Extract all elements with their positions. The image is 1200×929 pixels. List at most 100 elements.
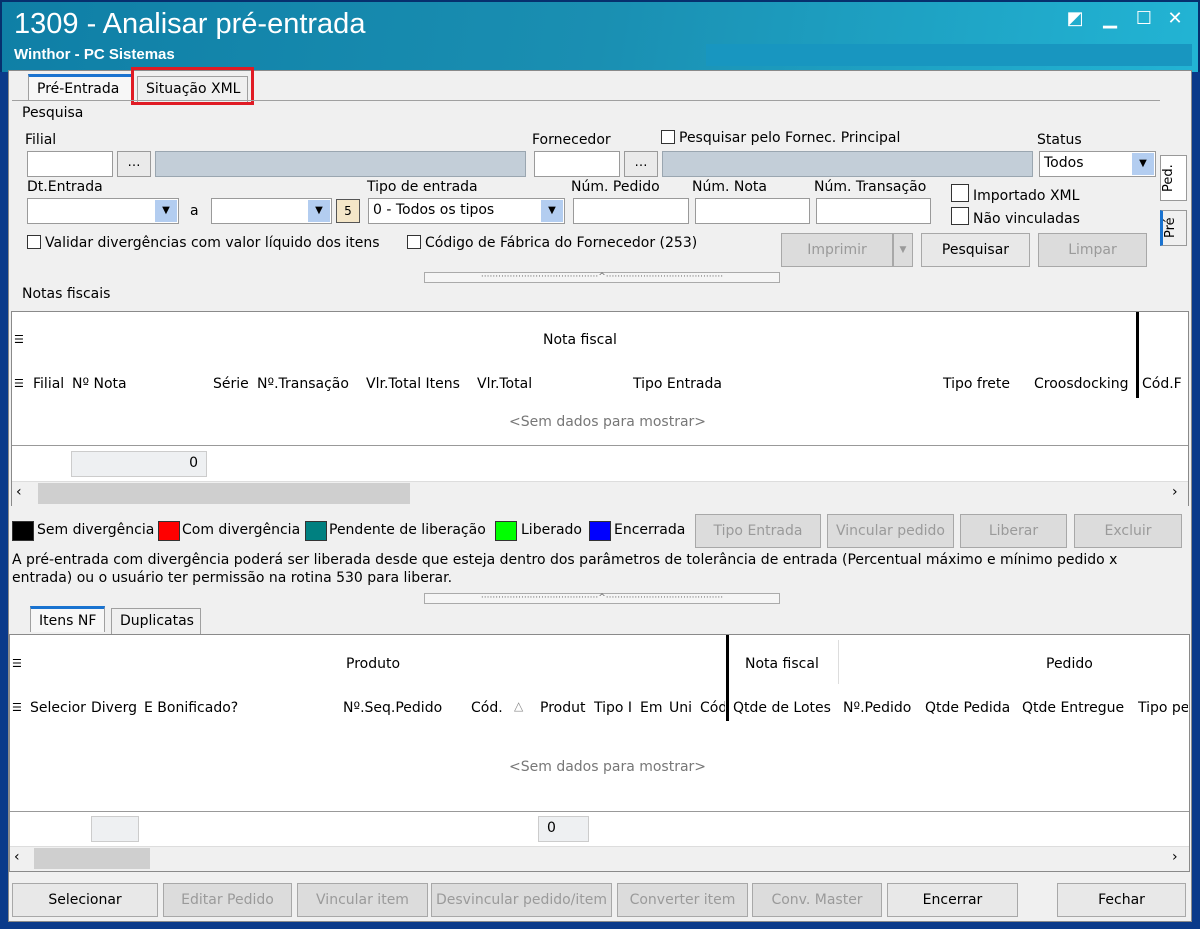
num-pedido-input[interactable] — [573, 198, 689, 224]
col-header[interactable]: Em — [640, 700, 662, 716]
conv-master-button[interactable]: Conv. Master — [752, 883, 882, 917]
num-nota-label: Núm. Nota — [692, 179, 767, 195]
desvincular-button[interactable]: Desvincular pedido/item — [431, 883, 612, 917]
fechar-button[interactable]: Fechar — [1057, 883, 1186, 917]
legend-swatch — [495, 521, 517, 541]
col-header[interactable]: Vlr.Total Itens — [366, 376, 460, 392]
side-tab-pre[interactable]: Pré — [1160, 210, 1187, 246]
fornec-principal-checkbox[interactable]: Pesquisar pelo Fornec. Principal — [661, 130, 900, 146]
notas-group-label: Notas fiscais — [22, 286, 111, 302]
tipo-entrada-button[interactable]: Tipo Entrada — [695, 514, 821, 548]
status-select[interactable]: Todos ▼ — [1039, 151, 1156, 177]
liberar-button[interactable]: Liberar — [960, 514, 1067, 548]
filial-lookup-button[interactable]: … — [117, 151, 151, 177]
band-divider — [838, 640, 839, 684]
num-nota-input[interactable] — [695, 198, 810, 224]
col-header[interactable]: Qtde de Lotes — [733, 700, 831, 716]
maximize-icon[interactable]: ☐ — [1131, 8, 1157, 29]
status-value: Todos — [1044, 155, 1084, 171]
fornecedor-lookup-button[interactable]: … — [624, 151, 658, 177]
col-header[interactable]: Croosdocking — [1034, 376, 1129, 392]
col-header[interactable]: Qtde Pedida — [925, 700, 1010, 716]
col-header[interactable]: Nº.Transação — [257, 376, 349, 392]
splitter-bottom[interactable]: ········································… — [424, 593, 780, 604]
side-tab-ped[interactable]: Ped. — [1160, 155, 1187, 201]
legend-label: Pendente de liberação — [329, 522, 486, 538]
status-label: Status — [1037, 132, 1082, 148]
legend-label: Sem divergência — [37, 522, 155, 538]
vincular-pedido-button[interactable]: Vincular pedido — [827, 514, 954, 548]
tab-itens-nf[interactable]: Itens NF — [30, 606, 105, 632]
restore-icon[interactable]: ◩ — [1062, 8, 1088, 29]
vincular-item-button[interactable]: Vincular item — [297, 883, 428, 917]
col-header[interactable]: Cód.F — [1142, 376, 1187, 392]
sort-ascending-icon: △ — [514, 699, 524, 713]
tipo-entrada-select[interactable]: 0 - Todos os tipos ▼ — [368, 198, 565, 224]
col-header[interactable]: Tipo Entrada — [633, 376, 722, 392]
col-header[interactable]: Cód. — [471, 700, 503, 716]
num-transacao-label: Núm. Transação — [814, 179, 927, 195]
col-header[interactable]: Produt — [540, 700, 588, 716]
splitter-top[interactable]: ········································… — [424, 272, 780, 283]
legend-swatch — [12, 521, 34, 541]
column-chooser-icon[interactable]: ☰ — [12, 657, 22, 670]
tab-pre-entrada[interactable]: Pré-Entrada — [28, 74, 132, 100]
scrollbar-thumb[interactable] — [38, 483, 410, 504]
selecionar-button[interactable]: Selecionar — [12, 883, 158, 917]
col-header[interactable]: Selecior — [30, 700, 86, 716]
col-header[interactable]: Filial — [33, 376, 64, 392]
scroll-right-icon[interactable]: › — [1172, 484, 1178, 500]
dt-entrada-end[interactable]: ▼ — [211, 198, 332, 224]
column-chooser-icon[interactable]: ☰ — [12, 701, 22, 714]
col-header[interactable]: Tipo I — [594, 700, 634, 716]
empty-message: <Sem dados para mostrar> — [509, 414, 707, 430]
num-transacao-input[interactable] — [816, 198, 931, 224]
imprimir-dropdown-icon[interactable]: ▼ — [893, 233, 913, 267]
col-header[interactable]: Vlr.Total — [477, 376, 532, 392]
legend-swatch — [305, 521, 327, 541]
scroll-left-icon[interactable]: ‹ — [16, 484, 22, 500]
imprimir-button[interactable]: Imprimir — [781, 233, 893, 267]
col-header[interactable]: Uni — [669, 700, 695, 716]
pesquisar-button[interactable]: Pesquisar — [921, 233, 1030, 267]
col-header[interactable]: Cód — [700, 700, 725, 716]
fornecedor-input[interactable] — [534, 151, 620, 177]
filial-label: Filial — [25, 132, 57, 148]
converter-item-button[interactable]: Converter item — [617, 883, 748, 917]
itens-grid[interactable] — [9, 634, 1190, 872]
scrollbar-thumb[interactable] — [34, 848, 150, 869]
tipo-entrada-value: 0 - Todos os tipos — [373, 202, 495, 218]
close-icon[interactable]: ✕ — [1162, 8, 1188, 29]
col-header[interactable]: Qtde Entregue — [1022, 700, 1124, 716]
legend-label: Encerrada — [614, 522, 686, 538]
col-header[interactable]: Tipo pe — [1138, 700, 1188, 716]
encerrar-button[interactable]: Encerrar — [887, 883, 1018, 917]
column-chooser-icon[interactable]: ☰ — [14, 333, 24, 346]
tab-duplicatas[interactable]: Duplicatas — [111, 608, 201, 634]
scroll-right-icon[interactable]: › — [1172, 849, 1178, 865]
excluir-button[interactable]: Excluir — [1074, 514, 1182, 548]
nao-vinculadas-checkbox[interactable]: Não vinculadas — [951, 207, 1080, 227]
codigo-fabrica-checkbox[interactable]: Código de Fábrica do Fornecedor (253) — [407, 235, 697, 251]
limpar-button[interactable]: Limpar — [1038, 233, 1147, 267]
col-header[interactable]: Diverg — [91, 700, 138, 716]
col-header[interactable]: Nº.Pedido — [843, 700, 911, 716]
fornec-principal-label: Pesquisar pelo Fornec. Principal — [679, 130, 901, 146]
col-header[interactable]: Tipo frete — [943, 376, 1010, 392]
editar-pedido-button[interactable]: Editar Pedido — [163, 883, 292, 917]
band-pedido: Pedido — [1046, 656, 1093, 672]
calendar-icon[interactable]: 5 — [336, 199, 360, 223]
info-text-line1: A pré-entrada com divergência poderá ser… — [12, 552, 1118, 568]
col-header[interactable]: Nº Nota — [72, 376, 127, 392]
minimize-icon[interactable]: ▁ — [1097, 8, 1123, 29]
filial-input[interactable] — [27, 151, 113, 177]
validar-checkbox[interactable]: Validar divergências com valor líquido d… — [27, 235, 380, 251]
col-header[interactable]: Série — [213, 376, 249, 392]
col-header[interactable]: Nº.Seq.Pedido — [343, 700, 442, 716]
itens-horizontal-scrollbar[interactable] — [10, 846, 1189, 871]
col-header[interactable]: E Bonificado? — [144, 700, 238, 716]
dt-entrada-start[interactable]: ▼ — [27, 198, 179, 224]
scroll-left-icon[interactable]: ‹ — [14, 849, 20, 865]
importado-xml-checkbox[interactable]: Importado XML — [951, 184, 1079, 204]
column-chooser-icon[interactable]: ☰ — [14, 377, 24, 390]
